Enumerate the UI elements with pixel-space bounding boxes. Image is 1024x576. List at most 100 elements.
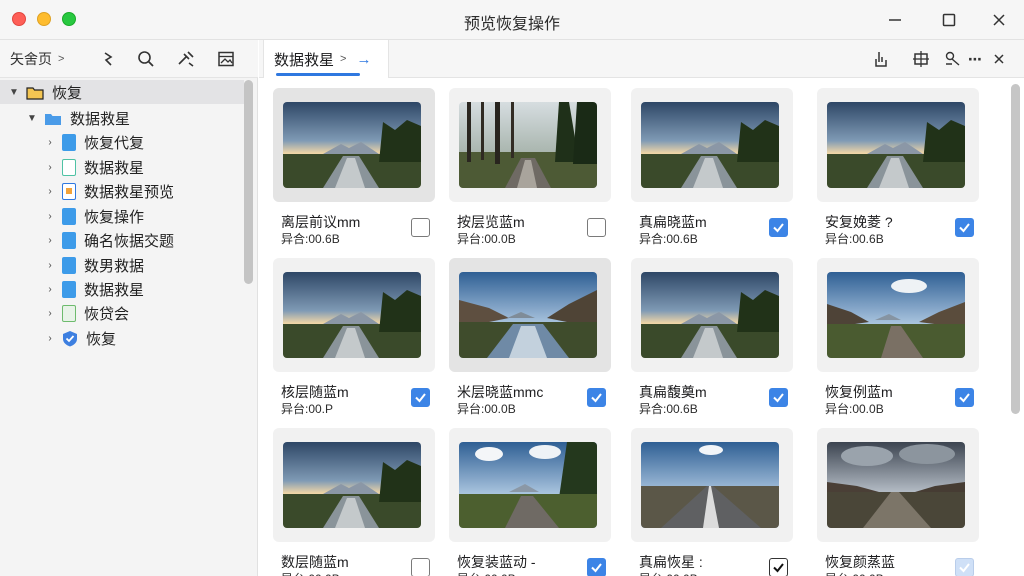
tree-item[interactable]: › 恢复 — [44, 326, 116, 350]
file-name: 恢复装蓝动 - — [457, 554, 536, 570]
home-label: 矢舍页 — [10, 50, 52, 67]
thumbnail-image[interactable] — [283, 442, 421, 528]
select-checkbox[interactable] — [955, 218, 974, 237]
thumbnail-card[interactable]: 安复娩菱 ? 异台:00.6B — [817, 88, 979, 246]
thumbnail-card[interactable]: 米层晓蓝mmc 异台:00.0B — [449, 258, 611, 416]
thumbnail-image[interactable] — [459, 272, 597, 358]
content-scrollbar[interactable] — [1011, 84, 1020, 414]
thumbnail-card[interactable]: 真扁晓蓝m 异合:00.6B — [631, 88, 793, 246]
caret-right-icon[interactable]: › — [44, 211, 56, 222]
tree-folder[interactable]: ▼ 数据救星 — [26, 106, 130, 130]
thumbnail-card[interactable]: 核层随蓝m 异台:00.P — [273, 258, 435, 416]
tree-item-label: 确名恢据交题 — [84, 232, 175, 250]
select-checkbox[interactable] — [769, 388, 788, 407]
thumbnail-card[interactable]: 真扁恢星 :异台:00.0B — [631, 428, 793, 576]
select-checkbox[interactable] — [411, 558, 430, 576]
file-name: 真扁馥奠m — [639, 384, 707, 400]
thumbnail-card[interactable]: 恢复装蓝动 -异台:00.0B — [449, 428, 611, 576]
thumbnail-card[interactable]: 真扁馥奠m 异合:00.6B — [631, 258, 793, 416]
thumbnail-image[interactable] — [827, 272, 965, 358]
tree-item[interactable]: › 恢复代复 — [44, 130, 144, 154]
thumbnail-card[interactable]: 数层随蓝m异台:00.0B — [273, 428, 435, 576]
search-icon[interactable] — [136, 50, 156, 68]
doc-file-icon — [62, 231, 76, 249]
file-icon — [62, 256, 76, 274]
thumbnail-image[interactable] — [283, 272, 421, 358]
home-button[interactable]: 矢舍页 > — [10, 49, 64, 69]
caret-right-icon[interactable]: › — [44, 308, 56, 319]
caret-right-icon[interactable]: › — [44, 333, 56, 344]
tools-icon[interactable] — [176, 50, 196, 68]
tree-item[interactable]: › 数据救星 — [44, 155, 144, 179]
file-name: 离层前议mm — [281, 214, 361, 230]
file-size: 异台:00.0B — [825, 570, 884, 576]
file-size: 异台:00.0B — [825, 402, 884, 416]
file-icon — [62, 158, 76, 176]
thumbnail-image[interactable] — [827, 442, 965, 528]
select-checkbox[interactable] — [955, 558, 974, 576]
more-icon[interactable]: ⋯ — [965, 50, 985, 68]
thumbnail-image[interactable] — [459, 102, 597, 188]
caret-right-icon[interactable]: › — [44, 137, 56, 148]
shield-check-icon — [62, 330, 78, 347]
close-icon[interactable] — [986, 8, 1012, 32]
thumbnail-image[interactable] — [641, 102, 779, 188]
file-name: 真扁恢星 : — [639, 554, 703, 570]
crop-icon[interactable] — [911, 50, 931, 68]
tree-item[interactable]: › 数据救星预览 — [44, 179, 174, 203]
file-size: 异台:00.0B — [281, 570, 340, 576]
thumbnail-image[interactable] — [827, 102, 965, 188]
tree-root[interactable]: ▼ 恢复 — [0, 80, 244, 104]
tree-item[interactable]: › 数男救据 — [44, 253, 144, 277]
minimize-icon[interactable] — [882, 8, 908, 32]
sheet-file-icon — [62, 304, 76, 322]
active-tab-indicator — [276, 73, 360, 76]
caret-right-icon[interactable]: › — [44, 260, 56, 271]
thumbnail-card[interactable]: 离层前议mm 异合:00.6B — [273, 88, 435, 246]
chart-file-icon — [62, 207, 76, 225]
image-view-icon[interactable] — [216, 50, 236, 68]
thumbnail-image[interactable] — [283, 102, 421, 188]
refresh-icon[interactable] — [98, 50, 118, 68]
tree-item-label: 恢贷会 — [84, 305, 130, 323]
file-name: 数层随蓝m — [281, 554, 349, 570]
select-checkbox[interactable] — [411, 388, 430, 407]
thumbnail-image[interactable] — [641, 272, 779, 358]
select-checkbox[interactable] — [955, 388, 974, 407]
tree-item[interactable]: › 恢贷会 — [44, 301, 129, 325]
file-name: 恢复例蓝m — [825, 384, 893, 400]
caret-right-icon[interactable]: › — [44, 162, 56, 173]
thumbnail-card[interactable]: 恢复颜蒸蓝异台:00.0B — [817, 428, 979, 576]
caret-down-icon[interactable]: ▼ — [8, 87, 20, 98]
thumbnail-image[interactable] — [641, 442, 779, 528]
file-size: 异台:00.0B — [457, 232, 516, 246]
select-checkbox[interactable] — [587, 218, 606, 237]
maximize-icon[interactable] — [936, 8, 962, 32]
thumbnail-image[interactable] — [459, 442, 597, 528]
thumbnail-card[interactable]: 恢复例蓝m 异台:00.0B — [817, 258, 979, 416]
close-tab-icon[interactable] — [989, 50, 1009, 68]
tree-item[interactable]: › 确名恢据交题 — [44, 228, 174, 252]
caret-right-icon[interactable]: › — [44, 284, 56, 295]
select-checkbox[interactable] — [411, 218, 430, 237]
select-checkbox[interactable] — [769, 558, 788, 576]
thumbnail-grid: 离层前议mm 异合:00.6B 按层览蓝m 异台:00.0B 真扁晓蓝m 异合:00.… — [259, 78, 1024, 576]
sidebar-scrollbar[interactable] — [244, 80, 253, 284]
select-checkbox[interactable] — [769, 218, 788, 237]
sidebar: ▼ 恢复 ▼ 数据救星 › 恢复代复 › 数据救星 › 数据救星预览 › 恢复操… — [0, 78, 258, 576]
select-checkbox[interactable] — [587, 388, 606, 407]
share-icon[interactable] — [871, 50, 891, 68]
tab-data-rescue[interactable]: 数据救星 > → — [263, 40, 389, 78]
thumbnail-card[interactable]: 按层览蓝m 异台:00.0B — [449, 88, 611, 246]
select-checkbox[interactable] — [587, 558, 606, 576]
folder-icon — [44, 112, 62, 125]
caret-down-icon[interactable]: ▼ — [26, 113, 38, 124]
tab-bar: 数据救星 > → ⋯ — [259, 40, 1024, 78]
arrow-right-icon[interactable]: → — [356, 51, 371, 68]
tree-folder-label: 数据救星 — [70, 110, 131, 128]
tree-item[interactable]: › 数据救星 — [44, 277, 144, 301]
edit-icon[interactable] — [943, 50, 963, 68]
caret-right-icon[interactable]: › — [44, 235, 56, 246]
caret-right-icon[interactable]: › — [44, 186, 56, 197]
tree-item[interactable]: › 恢复操作 — [44, 204, 144, 228]
